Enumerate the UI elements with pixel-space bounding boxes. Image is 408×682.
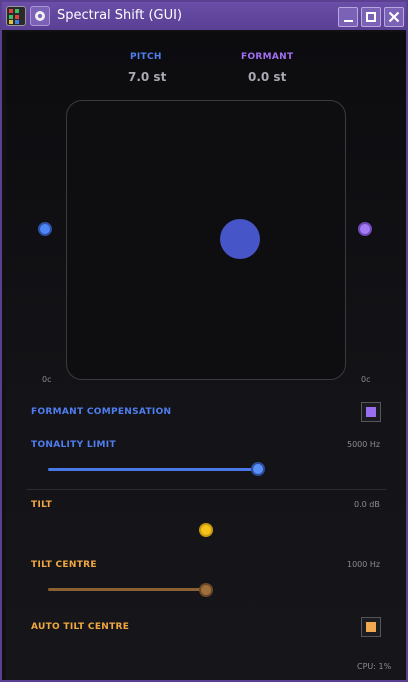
formant-range-marker: 0c <box>361 375 371 384</box>
tilt-centre-track[interactable] <box>48 588 206 591</box>
formant-range-handle[interactable] <box>358 222 372 236</box>
minimize-button[interactable] <box>338 7 358 27</box>
auto-tilt-centre-checkbox[interactable] <box>361 617 381 637</box>
formant-compensation-checkbox[interactable] <box>361 402 381 422</box>
cpu-usage: CPU: 1% <box>357 662 392 671</box>
tilt-centre-value: 1000 Hz <box>347 560 381 569</box>
tilt-centre-thumb[interactable] <box>199 583 213 597</box>
tonality-limit-thumb[interactable] <box>251 462 265 476</box>
minimize-icon <box>344 20 353 22</box>
app-icon[interactable] <box>6 6 26 26</box>
plugin-window: Spectral Shift (GUI) PITCH 7.0 st FORMAN… <box>0 0 408 682</box>
close-icon <box>388 11 400 23</box>
pin-icon[interactable] <box>30 6 50 26</box>
tilt-centre-label: TILT CENTRE <box>31 560 97 570</box>
tilt-value: 0.0 dB <box>354 500 380 509</box>
checkbox-fill <box>366 407 376 417</box>
title-bar[interactable]: Spectral Shift (GUI) <box>2 2 406 30</box>
formant-compensation-label: FORMANT COMPENSATION <box>31 407 172 417</box>
close-button[interactable] <box>384 7 404 27</box>
pitch-label: PITCH <box>130 52 162 62</box>
formant-label: FORMANT <box>241 52 294 62</box>
checkbox-fill <box>366 622 376 632</box>
xy-pad-puck[interactable] <box>220 219 260 259</box>
window-title: Spectral Shift (GUI) <box>57 8 183 23</box>
plugin-content: PITCH 7.0 st FORMANT 0.0 st 0c 0c FORMAN… <box>6 32 406 680</box>
tonality-limit-value: 5000 Hz <box>347 440 381 449</box>
xy-pad[interactable] <box>66 100 346 380</box>
maximize-icon <box>366 12 376 22</box>
tilt-thumb[interactable] <box>199 523 213 537</box>
pitch-value[interactable]: 7.0 st <box>128 70 166 84</box>
pitch-range-marker: 0c <box>42 375 52 384</box>
maximize-button[interactable] <box>361 7 381 27</box>
section-divider <box>26 489 386 490</box>
auto-tilt-centre-label: AUTO TILT CENTRE <box>31 622 130 632</box>
tonality-limit-label: TONALITY LIMIT <box>31 440 116 450</box>
pitch-range-handle[interactable] <box>38 222 52 236</box>
tilt-label: TILT <box>31 500 53 510</box>
formant-value[interactable]: 0.0 st <box>248 70 286 84</box>
tonality-limit-track[interactable] <box>48 468 258 471</box>
